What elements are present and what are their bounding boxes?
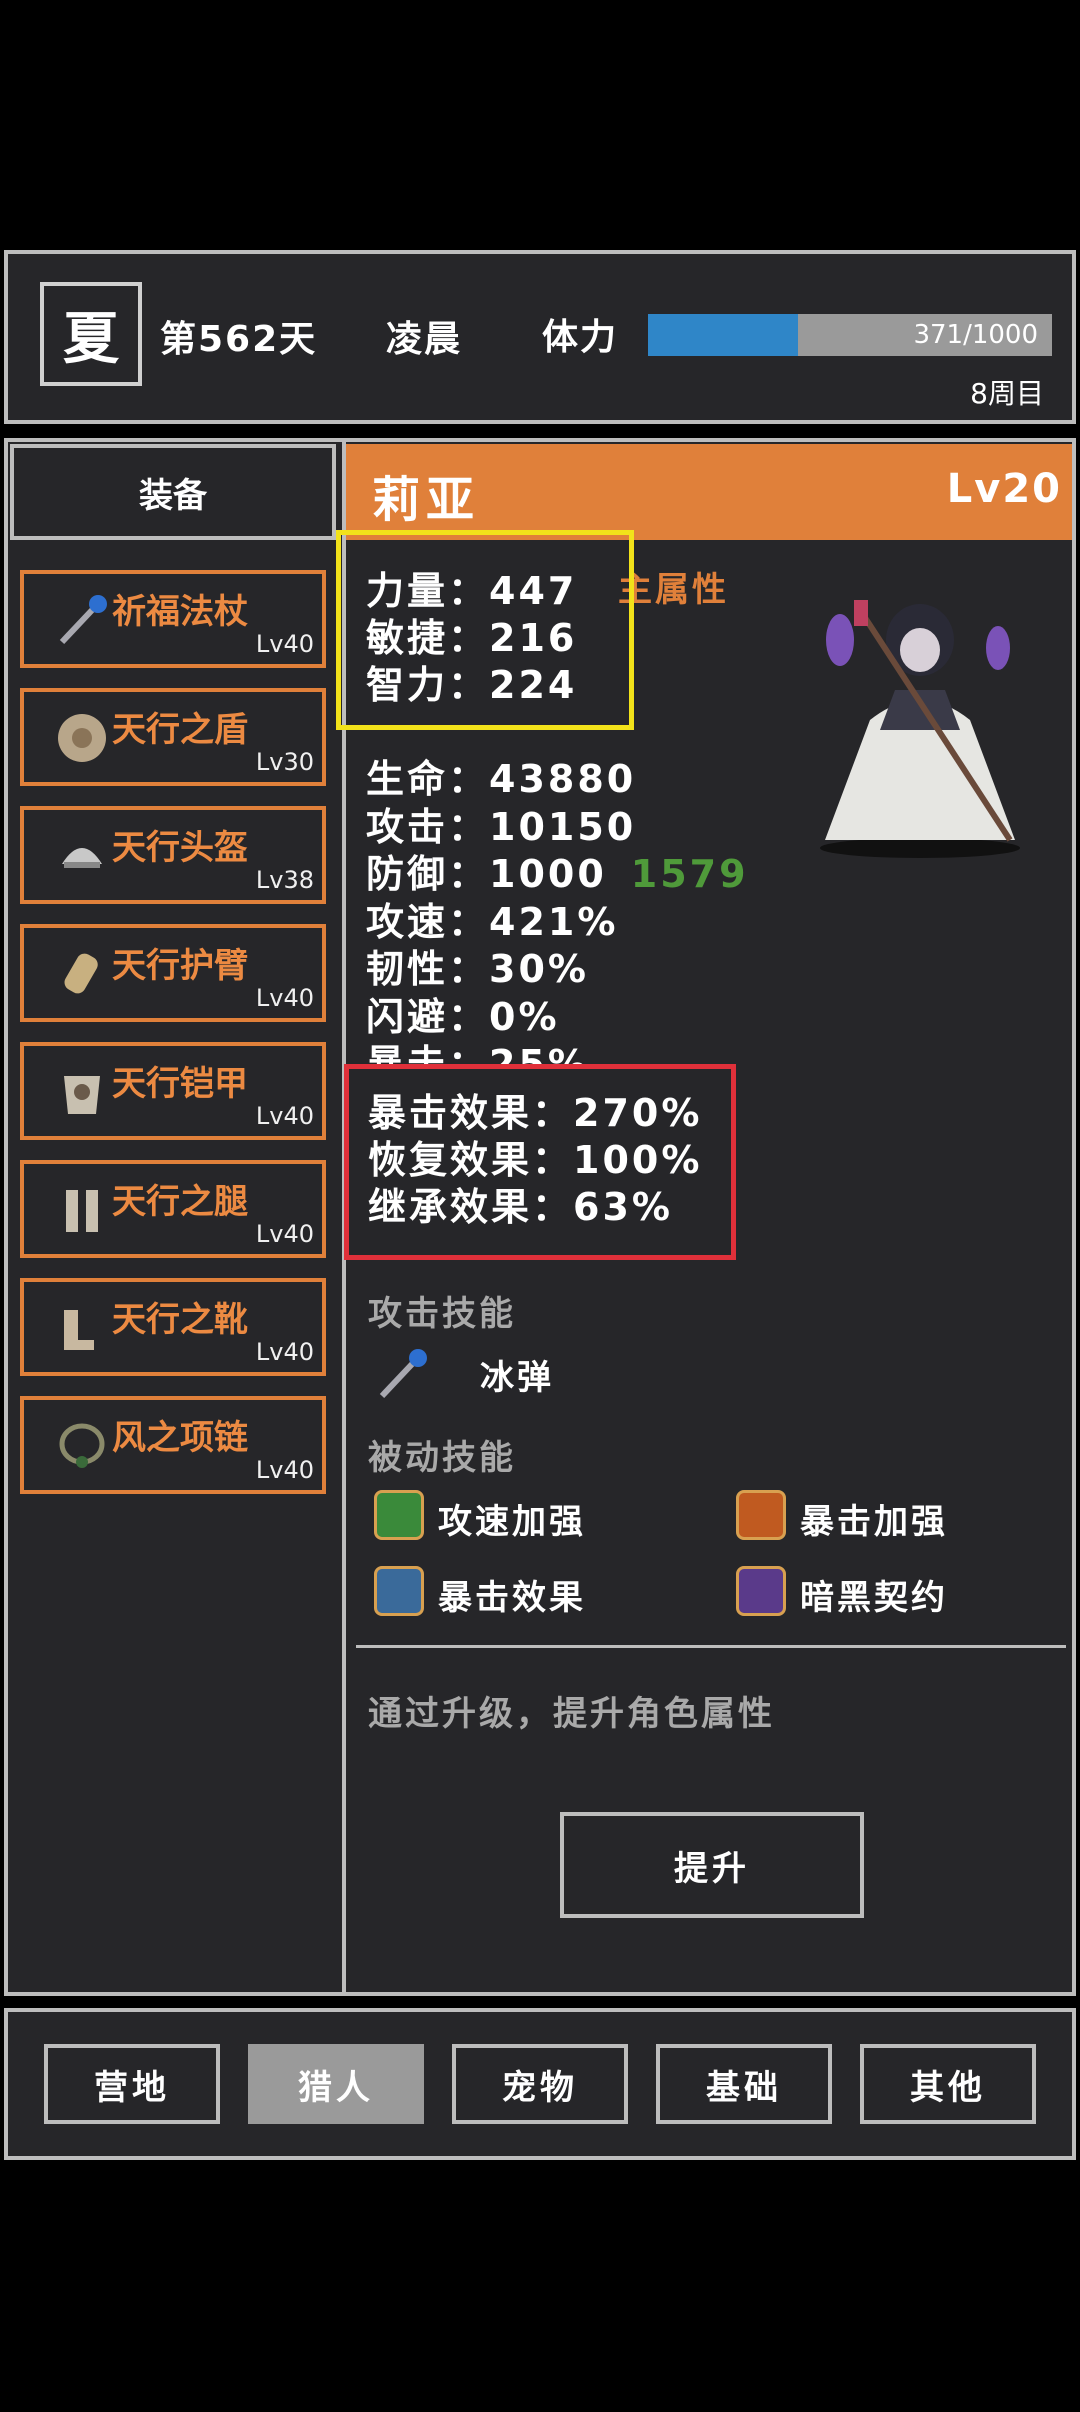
equipment-slot-2[interactable]: 天行之盾 Lv30 <box>20 688 326 786</box>
stat-value: 10150 <box>489 804 637 849</box>
bracer-icon <box>54 946 110 1002</box>
attack-skill-title: 攻击技能 <box>368 1294 516 1334</box>
day-counter: 第562天 <box>160 319 318 360</box>
stat-value: 421% <box>489 899 619 944</box>
equipment-name: 风之项链 <box>112 1418 248 1458</box>
equipment-level: Lv40 <box>255 1456 314 1484</box>
upgrade-hint: 通过升级，提升角色属性 <box>368 1694 775 1734</box>
equipment-name: 天行之靴 <box>112 1300 248 1340</box>
equipment-level: Lv40 <box>255 1338 314 1366</box>
helmet-icon <box>54 828 110 884</box>
fire-crit-icon <box>736 1490 786 1540</box>
stat-value: 30% <box>489 947 589 991</box>
attack-skill-name[interactable]: 冰弹 <box>480 1350 554 1399</box>
passive-skill-name[interactable]: 暴击效果 <box>438 1570 586 1619</box>
equipment-level: Lv40 <box>255 1220 314 1248</box>
stat-label: 生命： <box>366 757 490 801</box>
main-attribute-tag: 主属性 <box>618 570 729 610</box>
equipment-name: 天行护臂 <box>112 946 248 986</box>
character-level: Lv20 <box>946 466 1062 512</box>
stat-value: 1000 <box>489 852 607 896</box>
nav-tab-4[interactable]: 基础 <box>656 2044 832 2124</box>
equipment-level: Lv40 <box>255 984 314 1012</box>
blade-icon <box>374 1566 424 1616</box>
equipment-slot-6[interactable]: 天行之腿 Lv40 <box>20 1160 326 1258</box>
staff-icon <box>54 592 110 648</box>
equipment-name: 祈福法杖 <box>112 592 248 632</box>
stat-value: 0% <box>489 994 560 1039</box>
nav-tab-5[interactable]: 其他 <box>860 2044 1036 2124</box>
stat-bonus: 1579 <box>630 852 749 896</box>
stamina-label: 体力 <box>542 317 619 358</box>
nav-tab-1[interactable]: 营地 <box>44 2044 220 2124</box>
divider <box>356 1645 1066 1648</box>
armor-icon <box>54 1064 110 1120</box>
equipment-level: Lv38 <box>255 866 314 894</box>
nav-tab-3[interactable]: 宠物 <box>452 2044 628 2124</box>
stamina-bar: 371/1000 <box>648 314 1052 356</box>
stat-label: 韧性： <box>366 947 490 991</box>
primary-stats-highlight <box>336 530 634 730</box>
ice-bolt-icon <box>374 1346 430 1402</box>
stat-label: 攻速： <box>366 899 490 944</box>
whirlwind-icon <box>374 1490 424 1540</box>
equipment-slot-7[interactable]: 天行之靴 Lv40 <box>20 1278 326 1376</box>
passive-skill-name[interactable]: 暴击加强 <box>800 1494 948 1543</box>
nav-tab-2[interactable]: 猎人 <box>248 2044 424 2124</box>
stamina-fill <box>648 314 798 356</box>
boots-icon <box>54 1300 110 1356</box>
stat-value: 63% <box>573 1185 673 1229</box>
equipment-slot-1[interactable]: 祈福法杖 Lv40 <box>20 570 326 668</box>
effect-stat-row: 继承效果：63% <box>368 1176 673 1231</box>
equipment-slot-8[interactable]: 风之项链 Lv40 <box>20 1396 326 1494</box>
equipment-name: 天行之腿 <box>112 1182 248 1222</box>
passive-skill-name[interactable]: 攻速加强 <box>438 1494 586 1543</box>
equipment-name: 天行铠甲 <box>112 1064 248 1104</box>
stat-label: 防御： <box>366 852 490 896</box>
upgrade-button[interactable]: 提升 <box>560 1812 864 1918</box>
dark-pact-icon <box>736 1566 786 1616</box>
necklace-icon <box>54 1418 110 1474</box>
passive-skill-name[interactable]: 暗黑契约 <box>800 1570 948 1619</box>
passive-skill-title: 被动技能 <box>368 1438 516 1478</box>
leg-armor-icon <box>54 1182 110 1238</box>
equipment-tab[interactable]: 装备 <box>10 444 336 540</box>
equipment-slot-4[interactable]: 天行护臂 Lv40 <box>20 924 326 1022</box>
time-of-day: 凌晨 <box>386 319 463 360</box>
equipment-slot-5[interactable]: 天行铠甲 Lv40 <box>20 1042 326 1140</box>
stat-label: 继承效果： <box>368 1185 574 1229</box>
equipment-slot-3[interactable]: 天行头盔 Lv38 <box>20 806 326 904</box>
cycle-label: 8周目 <box>970 377 1044 410</box>
equipment-level: Lv30 <box>255 748 314 776</box>
shield-icon <box>54 710 110 766</box>
stat-label: 闪避： <box>366 994 490 1039</box>
character-name: 莉亚 <box>372 472 481 528</box>
equipment-level: Lv40 <box>255 1102 314 1130</box>
stat-label: 攻击： <box>366 804 490 849</box>
season-badge: 夏 <box>40 282 142 386</box>
stat-value: 43880 <box>489 757 637 801</box>
equipment-name: 天行头盔 <box>112 828 248 868</box>
character-portrait <box>800 590 1040 860</box>
equipment-name: 天行之盾 <box>112 710 248 750</box>
stamina-value: 371/1000 <box>913 320 1038 350</box>
equipment-level: Lv40 <box>255 630 314 658</box>
